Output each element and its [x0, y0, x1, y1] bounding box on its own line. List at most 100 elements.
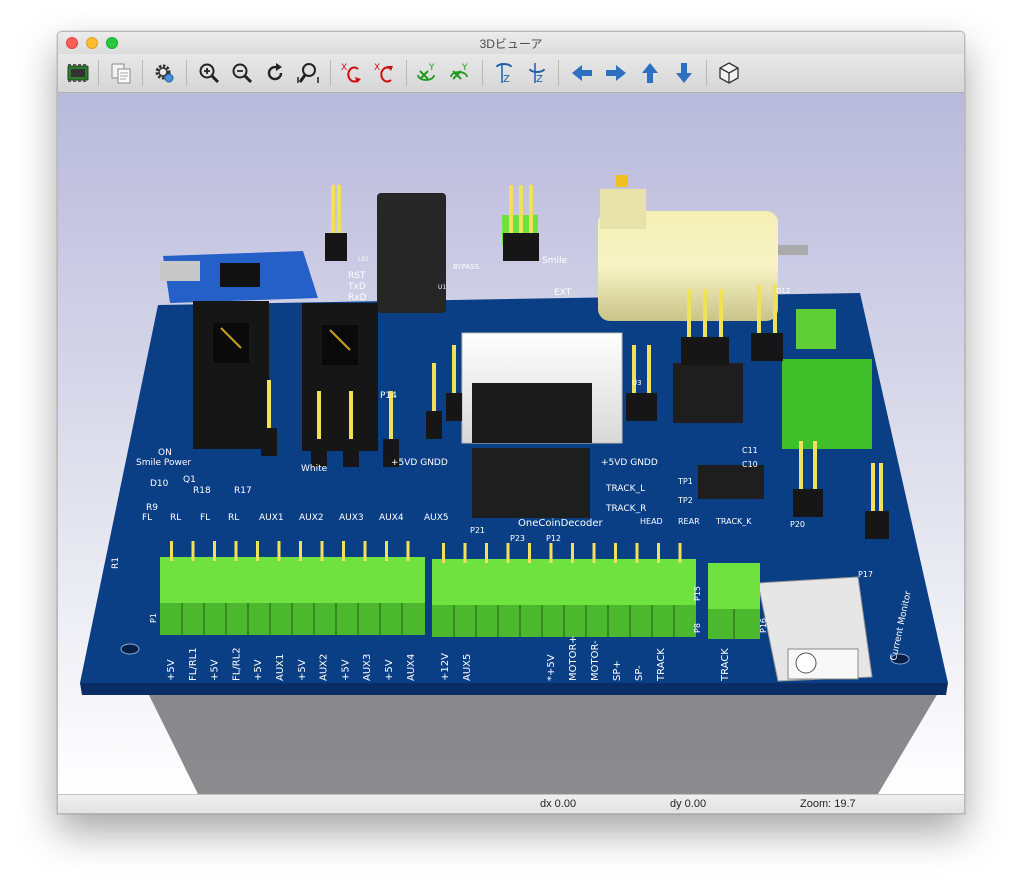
header-base	[697, 337, 713, 365]
header-pin	[331, 185, 335, 235]
terminal-pin	[678, 543, 682, 563]
terminal-pin	[657, 543, 660, 563]
silk-ext: EXT	[554, 288, 572, 298]
projection-toggle-button[interactable]	[716, 61, 742, 85]
led-label: AUX4	[379, 513, 404, 523]
silk-rear: REAR	[678, 517, 700, 526]
terminal-pin	[485, 543, 488, 563]
viewer-window: 3Dビューア X X Y Y Z Z Smile Power ON D10 Q1…	[57, 31, 965, 814]
terminal-pin	[256, 541, 259, 561]
pcb-board-edge	[80, 683, 948, 695]
rotate-z-cw-button[interactable]: Z	[491, 61, 517, 85]
zoom-fit-button[interactable]	[295, 61, 321, 85]
silk-p12: P12	[546, 534, 561, 543]
terminal-label: FL/RL2	[231, 647, 242, 681]
zoom-fit-icon	[297, 63, 319, 83]
header-pin	[757, 285, 761, 335]
silk-board-title: OneCoinDecoder	[518, 518, 604, 529]
title-bar: 3Dビューア	[58, 32, 964, 54]
led-label: FL	[142, 513, 152, 523]
silk-rxd: RxD	[348, 293, 367, 303]
svg-text:Y: Y	[428, 63, 435, 73]
zoom-window-button[interactable]	[106, 37, 118, 49]
terminal-pin	[385, 541, 388, 561]
header-pin	[879, 463, 883, 513]
settings-gear-icon	[155, 64, 174, 83]
arrow-right-icon	[606, 65, 626, 81]
header-base	[793, 489, 809, 517]
reload-board-button[interactable]	[65, 61, 91, 85]
terminal-label: SP+	[612, 660, 623, 681]
led-label: AUX1	[259, 513, 284, 523]
led-label: FL	[200, 513, 210, 523]
rotate-z-ccw-icon: Z	[529, 63, 545, 85]
rotate-x-ccw-button[interactable]: X	[372, 61, 398, 85]
rotate-x-cw-button[interactable]: X	[339, 61, 365, 85]
terminal-pin	[170, 541, 173, 561]
pcb-3d-render: Smile Power ON D10 Q1 R18 R17 R9 R1 RST …	[58, 93, 964, 794]
header-base	[311, 439, 327, 467]
svg-text:Z: Z	[503, 74, 510, 85]
silk-rst: RST	[348, 271, 366, 281]
pan-left-button[interactable]	[569, 61, 595, 85]
status-zoom: Zoom: 19.7	[800, 798, 856, 810]
minimize-window-button[interactable]	[86, 37, 98, 49]
terminal-pin	[299, 541, 302, 561]
terminal-label: +5V	[166, 659, 177, 681]
silk-u3: U3	[632, 379, 642, 387]
terminal-pin	[363, 541, 367, 561]
pcb-reload-icon	[67, 64, 89, 82]
terminal-label: SP-	[634, 665, 645, 681]
pan-up-button[interactable]	[637, 61, 663, 85]
zoom-out-button[interactable]	[229, 61, 255, 85]
terminal-pin	[592, 543, 596, 563]
terminal-label: +5V	[210, 659, 221, 681]
header-pin	[703, 289, 707, 339]
terminal-label: +5V	[253, 659, 264, 681]
header-base	[807, 489, 823, 517]
silk-q1: Q1	[183, 475, 196, 485]
header-pin	[519, 185, 523, 235]
terminal-pin	[635, 543, 639, 563]
header-base	[767, 333, 783, 361]
zoom-in-button[interactable]	[196, 61, 222, 85]
3d-viewport[interactable]: Smile Power ON D10 Q1 R18 R17 R9 R1 RST …	[58, 93, 964, 794]
rotate-y-cw-icon: Y	[417, 63, 435, 81]
terminal-label: AUX3	[362, 654, 373, 681]
silk-track-l: TRACK_L	[605, 484, 645, 494]
header-base	[343, 439, 359, 467]
refresh-button[interactable]	[262, 61, 288, 85]
rotate-y-ccw-icon: Y	[450, 63, 468, 80]
silk-p20: P20	[790, 520, 805, 529]
silk-p23: P23	[510, 534, 525, 543]
silk-tp2: TP2	[677, 496, 693, 505]
silk-tp1: TP1	[677, 477, 693, 486]
arrow-down-icon	[676, 63, 692, 83]
silk-c10: C10	[742, 460, 758, 469]
copy-image-button[interactable]	[108, 61, 134, 85]
rotate-y-cw-button[interactable]: Y	[415, 61, 441, 85]
terminal-pin	[614, 543, 617, 563]
idc-connector-left	[193, 301, 269, 449]
usb-b-connector	[757, 576, 873, 682]
silk-p15: P15	[693, 586, 702, 601]
header-base	[713, 337, 729, 365]
rotate-z-ccw-button[interactable]: Z	[524, 61, 550, 85]
header-pin	[871, 463, 875, 513]
silk-vdd-gnd-right: +5VD GNDD	[601, 458, 658, 468]
pan-down-button[interactable]	[671, 61, 697, 85]
rotate-y-ccw-button[interactable]: Y	[448, 61, 474, 85]
pan-right-button[interactable]	[603, 61, 629, 85]
led-label: AUX5	[424, 513, 449, 523]
close-window-button[interactable]	[66, 37, 78, 49]
silk-u1: U1	[438, 284, 446, 291]
header-pin	[647, 345, 651, 395]
silk-c11: C11	[742, 446, 758, 455]
settings-button[interactable]	[151, 61, 177, 85]
status-dx: dx 0.00	[540, 798, 577, 810]
terminal-label: FL/RL1	[188, 647, 199, 681]
terminal-label: MOTOR+	[568, 635, 579, 681]
arrow-up-icon	[642, 63, 658, 83]
silk-p14: P14	[380, 391, 397, 401]
terminal-pin	[571, 543, 574, 563]
